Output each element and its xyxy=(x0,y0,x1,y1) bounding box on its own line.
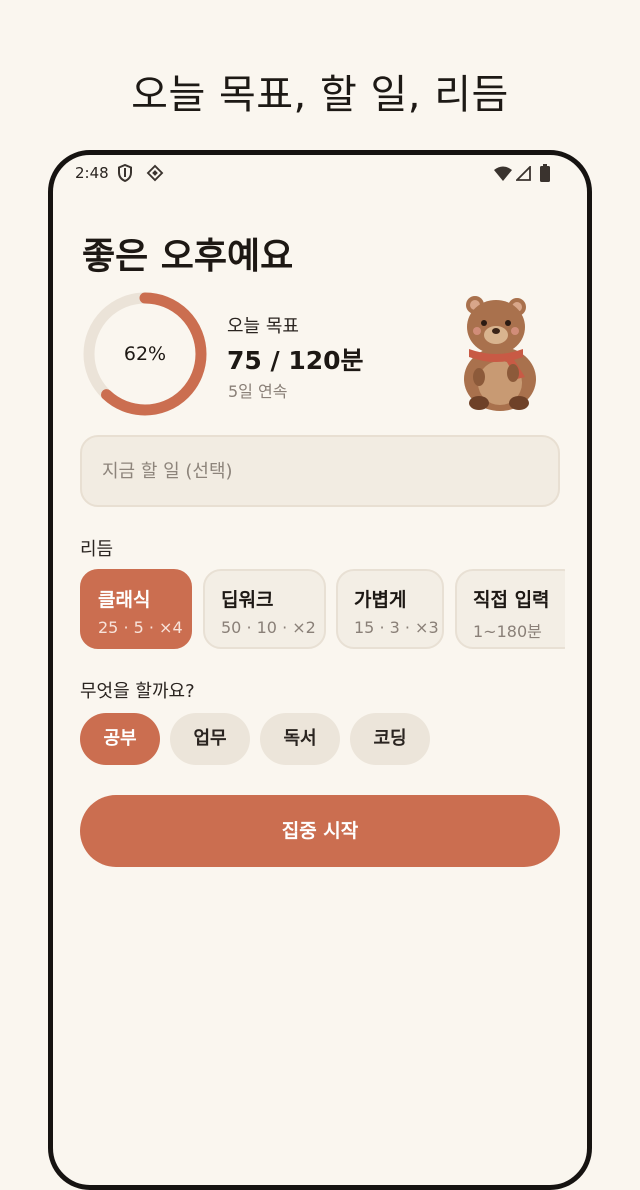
goal-label: 오늘 목표 xyxy=(227,316,299,337)
screen-caption: 오늘 목표, 할 일, 리듬 xyxy=(131,72,509,118)
category-work-button[interactable]: 업무 xyxy=(170,713,250,765)
rhythm-option-sub: 1~180분 xyxy=(473,622,542,641)
goal-progress-ring: 62% xyxy=(80,289,210,419)
rhythm-option-custom[interactable]: 직접 입력 1~180분 xyxy=(455,569,565,649)
rhythm-option-sub: 15 · 3 · ×3 xyxy=(354,618,439,637)
category-section-label: 무엇을 할까요? xyxy=(80,681,195,702)
signal-icon xyxy=(516,166,531,181)
shield-icon xyxy=(118,164,132,182)
rhythm-option-title: 클래식 xyxy=(98,589,151,611)
rhythm-option-sub: 50 · 10 · ×2 xyxy=(221,618,316,637)
phone-frame: 2:48 좋은 오후예요 62% 오늘 목표 75 / 120분 5일 연속 지… xyxy=(48,150,592,1190)
rhythm-option-title: 딥워크 xyxy=(221,589,274,611)
category-coding-button[interactable]: 코딩 xyxy=(350,713,430,765)
category-study-button[interactable]: 공부 xyxy=(80,713,160,765)
rhythm-option-classic[interactable]: 클래식 25 · 5 · ×4 xyxy=(80,569,192,649)
category-reading-button[interactable]: 독서 xyxy=(260,713,340,765)
goal-value: 75 / 120분 xyxy=(227,346,364,375)
rhythm-options: 클래식 25 · 5 · ×4 딥워크 50 · 10 · ×2 가볍게 15 … xyxy=(80,569,565,651)
bear-mascot-illustration xyxy=(464,296,536,411)
goal-streak: 5일 연속 xyxy=(228,382,288,401)
progress-percent: 62% xyxy=(123,343,167,365)
battery-icon xyxy=(540,164,550,182)
rhythm-option-title: 직접 입력 xyxy=(473,589,550,611)
rhythm-option-sub: 25 · 5 · ×4 xyxy=(98,618,183,637)
rhythm-option-deepwork[interactable]: 딥워크 50 · 10 · ×2 xyxy=(203,569,326,649)
current-task-input[interactable] xyxy=(80,435,560,507)
status-bar: 2:48 xyxy=(53,155,587,195)
status-time: 2:48 xyxy=(75,164,109,182)
diamond-icon xyxy=(146,164,164,182)
rhythm-option-light[interactable]: 가볍게 15 · 3 · ×3 xyxy=(336,569,444,649)
start-focus-button[interactable]: 집중 시작 xyxy=(80,795,560,867)
greeting-title: 좋은 오후예요 xyxy=(82,236,294,277)
rhythm-section-label: 리듬 xyxy=(80,539,114,560)
wifi-icon xyxy=(494,166,512,181)
rhythm-option-title: 가볍게 xyxy=(354,589,407,611)
